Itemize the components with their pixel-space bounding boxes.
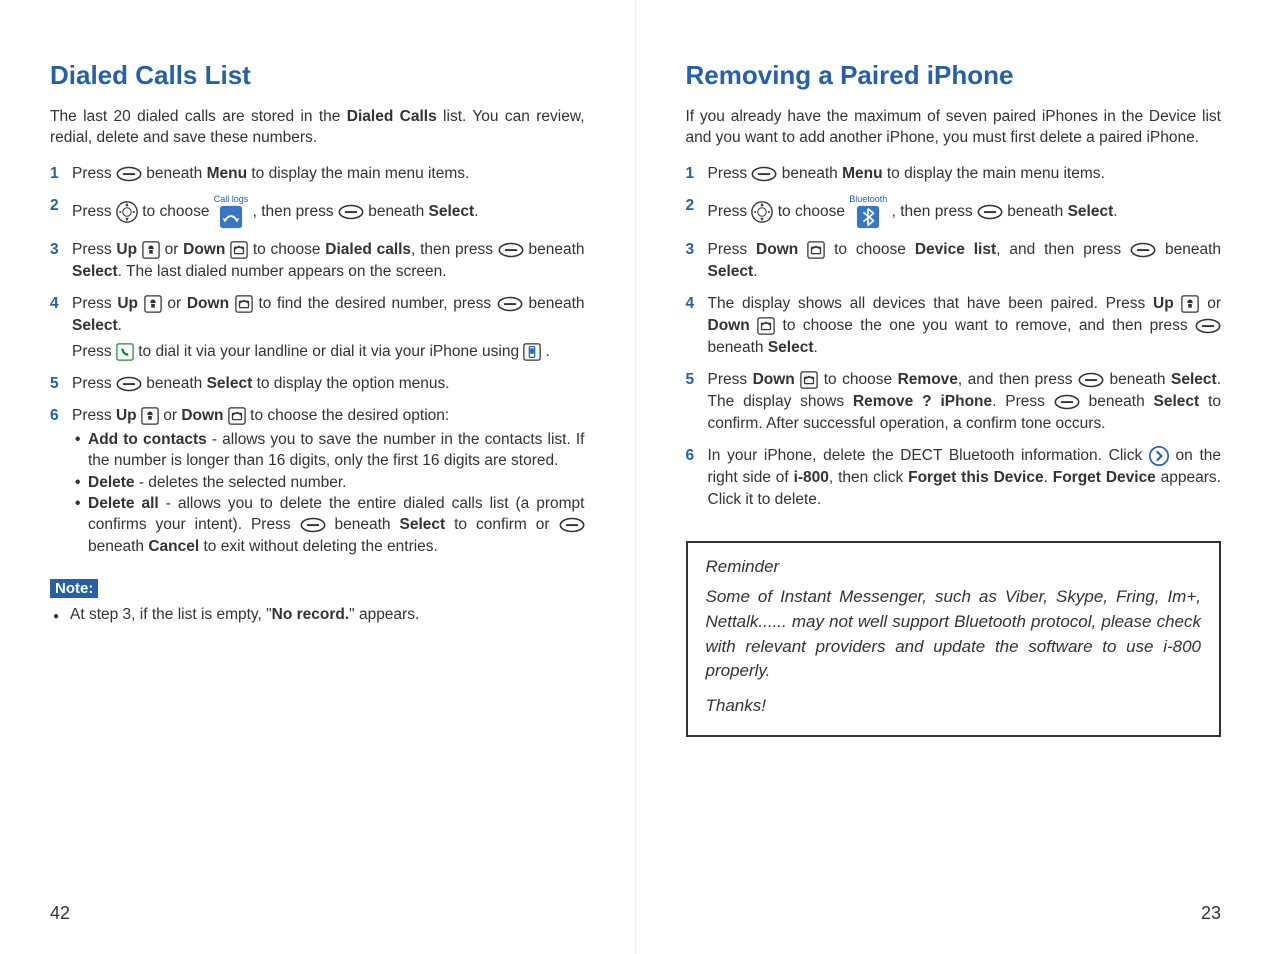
step-2: Press to choose Call logs , then press b… [50, 195, 585, 229]
option-delete: Delete - deletes the selected number. [72, 472, 585, 493]
reminder-box: Reminder Some of Instant Messenger, such… [686, 541, 1222, 737]
chevron-icon [1149, 446, 1169, 466]
softkey-icon [1078, 372, 1104, 388]
step-6: In your iPhone, delete the DECT Bluetoot… [686, 445, 1222, 511]
up-key-icon [142, 241, 160, 259]
note-label: Note: [50, 579, 98, 598]
steps-list: Press beneath Menu to display the main m… [50, 163, 585, 557]
heading-removing-iphone: Removing a Paired iPhone [686, 60, 1222, 91]
down-key-icon [230, 241, 248, 259]
softkey-icon [1195, 318, 1221, 334]
intro-text: The last 20 dialed calls are stored in t… [50, 107, 585, 149]
down-key-icon [228, 407, 246, 425]
option-delete-all: Delete all - allows you to delete the en… [72, 493, 585, 557]
softkey-icon [498, 242, 524, 258]
step-3: Press Up or Down to choose Dialed calls,… [50, 239, 585, 283]
softkey-icon [751, 166, 777, 182]
step-2: Press to choose Bluetooth , then press b… [686, 195, 1222, 229]
page-number: 42 [50, 903, 70, 924]
down-key-icon [807, 241, 825, 259]
cell-key-icon [523, 343, 541, 361]
step-4: The display shows all devices that have … [686, 293, 1222, 359]
intro-text: If you already have the maximum of seven… [686, 107, 1222, 149]
down-key-icon [757, 317, 775, 335]
down-key-icon [235, 295, 253, 313]
softkey-icon [1054, 394, 1080, 410]
step-1: Press beneath Menu to display the main m… [686, 163, 1222, 185]
softkey-icon [300, 517, 326, 533]
note-text: At step 3, if the list is empty, "No rec… [50, 606, 585, 624]
step-4: Press Up or Down to find the desired num… [50, 293, 585, 363]
softkey-icon [116, 166, 142, 182]
step-5: Press Down to choose Remove, and then pr… [686, 369, 1222, 435]
page-right: Removing a Paired iPhone If you already … [636, 0, 1271, 954]
step-6: Press Up or Down to choose the desired o… [50, 405, 585, 557]
step-1: Press beneath Menu to display the main m… [50, 163, 585, 185]
softkey-icon [116, 376, 142, 392]
up-key-icon [141, 407, 159, 425]
up-key-icon [1181, 295, 1199, 313]
softkey-icon [497, 296, 523, 312]
up-key-icon [144, 295, 162, 313]
call-logs-icon: Call logs [214, 195, 249, 229]
steps-list: Press beneath Menu to display the main m… [686, 163, 1222, 511]
reminder-thanks: Thanks! [706, 694, 1202, 719]
down-key-icon [800, 371, 818, 389]
option-add-contacts: Add to contacts - allows you to save the… [72, 429, 585, 472]
softkey-icon [977, 204, 1003, 220]
nav-icon [751, 201, 773, 223]
step-5: Press beneath Select to display the opti… [50, 373, 585, 395]
softkey-icon [559, 517, 585, 533]
talk-key-icon [116, 343, 134, 361]
bluetooth-icon: Bluetooth [849, 195, 887, 229]
step-3: Press Down to choose Device list, and th… [686, 239, 1222, 283]
softkey-icon [338, 204, 364, 220]
heading-dialed-calls: Dialed Calls List [50, 60, 585, 91]
softkey-icon [1130, 242, 1156, 258]
reminder-heading: Reminder [706, 555, 1202, 580]
page-left: Dialed Calls List The last 20 dialed cal… [0, 0, 636, 954]
reminder-body: Some of Instant Messenger, such as Viber… [706, 585, 1202, 684]
nav-icon [116, 201, 138, 223]
page-number: 23 [1201, 903, 1221, 924]
